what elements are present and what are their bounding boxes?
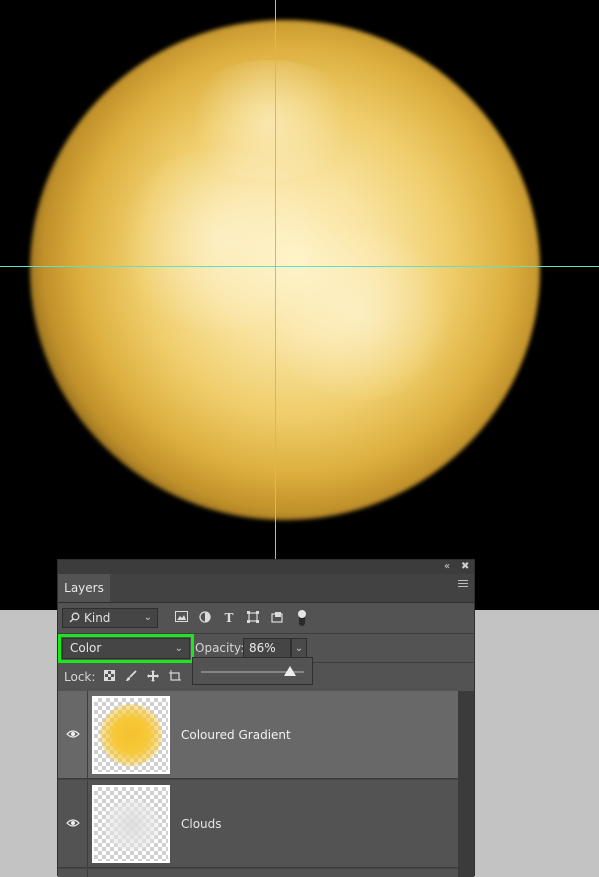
blend-mode-value: Color — [70, 641, 102, 655]
opacity-label: Opacity: — [195, 641, 245, 655]
close-icon[interactable]: ✖ — [461, 560, 469, 574]
opacity-dropdown-button[interactable]: ⌄ — [291, 638, 307, 659]
lock-paint-icon[interactable] — [124, 670, 138, 684]
layer-name[interactable]: Clouds — [181, 816, 222, 832]
lock-transparency-icon[interactable] — [102, 670, 116, 684]
blend-mode-select[interactable]: Color ⌄ — [58, 634, 194, 663]
chevron-down-icon: ⌄ — [174, 643, 183, 654]
layer-row[interactable]: Coloured Gradient — [58, 691, 458, 779]
opacity-slider-thumb[interactable] — [283, 666, 296, 676]
horizontal-guide[interactable] — [0, 266, 599, 267]
vertical-guide[interactable] — [275, 0, 276, 560]
layers-list: Coloured Gradient Clouds — [58, 691, 458, 877]
search-icon — [69, 612, 80, 623]
opacity-input[interactable]: 86% — [243, 638, 291, 659]
lock-position-icon[interactable] — [146, 670, 160, 684]
eye-icon[interactable] — [66, 818, 80, 828]
layer-thumbnail[interactable] — [92, 696, 170, 774]
layer-name[interactable]: Coloured Gradient — [181, 727, 291, 743]
cloud-highlight — [180, 60, 360, 180]
collapse-icon[interactable]: « — [444, 560, 450, 574]
type-filter-icon[interactable]: T — [222, 611, 236, 625]
shape-filter-icon[interactable] — [246, 611, 260, 625]
panel-menu-icon[interactable] — [458, 580, 468, 590]
visibility-toggle[interactable] — [58, 691, 88, 779]
lock-artboard-icon[interactable] — [168, 670, 182, 684]
visibility-toggle[interactable] — [58, 780, 88, 868]
opacity-slider-popup — [192, 657, 313, 685]
lock-label: Lock: — [64, 670, 96, 684]
document-canvas[interactable] — [0, 0, 599, 610]
filter-kind-label: Kind — [84, 611, 111, 625]
layers-panel: « ✖ Layers Kind ⌄ T Color ⌄ Opacity: 86%… — [57, 559, 475, 877]
cloud-highlight — [260, 230, 460, 400]
adjustment-filter-icon[interactable] — [198, 611, 212, 625]
layers-scrollbar[interactable] — [458, 691, 474, 877]
layer-thumbnail[interactable] — [92, 785, 170, 863]
layer-thumbnail-content — [104, 799, 160, 851]
layer-filter-row: Kind ⌄ T — [58, 603, 474, 634]
panel-title-bar[interactable]: « ✖ — [58, 560, 474, 574]
smart-object-filter-icon[interactable] — [270, 611, 284, 625]
chevron-down-icon: ⌄ — [143, 612, 152, 623]
tab-layers[interactable]: Layers — [58, 574, 110, 602]
filter-toggle[interactable] — [298, 610, 306, 626]
layer-row[interactable]: Clouds — [58, 780, 458, 868]
panel-tab-bar: Layers — [58, 574, 474, 603]
image-filter-icon[interactable] — [174, 611, 188, 625]
layer-thumbnail-content — [100, 704, 162, 766]
filter-kind-select[interactable]: Kind ⌄ — [62, 608, 158, 628]
eye-icon[interactable] — [66, 729, 80, 739]
